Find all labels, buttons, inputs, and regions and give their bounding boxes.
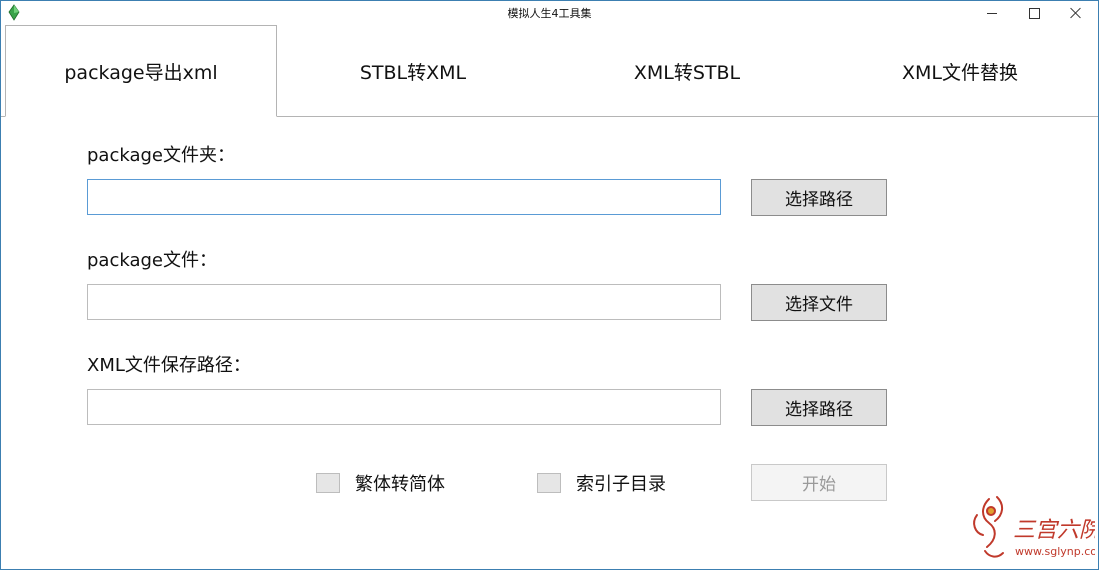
select-save-path-button[interactable]: 选择路径 [751,389,887,426]
package-file-label: package文件： [87,250,217,271]
index-subdirectory-checkbox[interactable] [537,473,561,493]
traditional-to-simplified-checkbox[interactable] [316,473,340,493]
watermark-logo: 三宫六院 www.sglynp.com [967,493,1098,567]
package-file-input[interactable] [88,285,720,319]
window-title: 模拟人生4工具集 [507,7,592,20]
package-folder-label: package文件夹： [87,145,235,166]
xml-save-path-label: XML文件保存路径： [87,355,251,376]
select-file-button[interactable]: 选择文件 [751,284,887,321]
app-window: 模拟人生4工具集 package导出xml STBL转XML XML转STBL … [0,0,1099,570]
index-subdirectory-label: 索引子目录 [576,474,666,495]
close-icon [1070,7,1082,19]
index-subdirectory-option[interactable]: 索引子目录 [537,471,666,495]
maximize-icon [1028,7,1040,19]
maximize-button[interactable] [1011,1,1057,25]
start-button[interactable]: 开始 [751,464,887,501]
tab-stbl-to-xml[interactable]: STBL转XML [277,25,549,117]
minimize-button[interactable] [969,1,1015,25]
minimize-icon [987,12,997,14]
watermark-text: 三宫六院 [1013,518,1095,543]
watermark-url: www.sglynp.com [1015,545,1095,558]
tab-strip: package导出xml STBL转XML XML转STBL XML文件替换 [1,25,1098,117]
tab-xml-to-stbl[interactable]: XML转STBL [549,25,825,117]
package-folder-field[interactable] [87,179,721,215]
xml-save-path-input[interactable] [88,390,720,424]
tab-package-export-xml[interactable]: package导出xml [5,25,277,117]
package-file-field[interactable] [87,284,721,320]
traditional-to-simplified-option[interactable]: 繁体转简体 [316,471,445,495]
xml-save-path-field[interactable] [87,389,721,425]
tab-xml-replace[interactable]: XML文件替换 [825,25,1095,117]
select-folder-path-button[interactable]: 选择路径 [751,179,887,216]
package-folder-input[interactable] [88,180,720,214]
title-bar[interactable]: 模拟人生4工具集 [1,1,1098,25]
close-button[interactable] [1053,1,1098,25]
traditional-to-simplified-label: 繁体转简体 [355,474,445,495]
